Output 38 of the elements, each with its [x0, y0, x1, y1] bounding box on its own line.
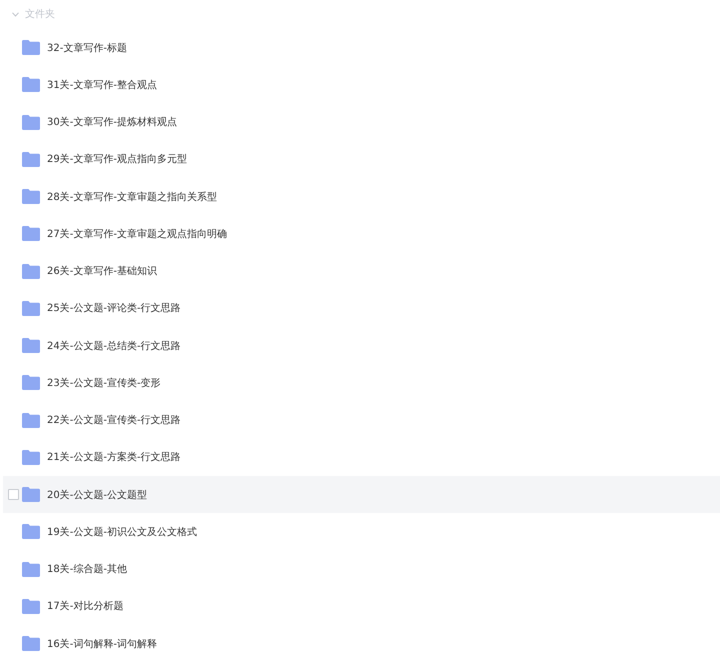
- folder-icon: [22, 450, 40, 465]
- folder-name[interactable]: 30关-文章写作-提炼材料观点: [47, 115, 177, 130]
- folder-name[interactable]: 27关-文章写作-文章审题之观点指向明确: [47, 226, 227, 241]
- folder-name[interactable]: 32-文章写作-标题: [47, 40, 127, 55]
- folder-name[interactable]: 24关-公文题-总结类-行文思路: [47, 338, 181, 353]
- folder-icon: [22, 114, 40, 130]
- folder-icon: [22, 189, 40, 204]
- folder-icon: [22, 77, 40, 92]
- folder-name[interactable]: 29关-文章写作-观点指向多元型: [47, 152, 187, 166]
- folder-icon: [22, 375, 40, 390]
- folder-icon: [22, 598, 40, 614]
- folder-icon: [22, 338, 40, 354]
- folder-name[interactable]: 26关-文章写作-基础知识: [47, 264, 157, 278]
- section-title: 文件夹: [25, 9, 55, 21]
- folder-name[interactable]: 31关-文章写作-整合观点: [47, 78, 157, 92]
- folder-icon: [22, 40, 40, 56]
- folder-icon: [22, 412, 40, 428]
- folder-icon: [22, 300, 40, 316]
- folder-icon: [22, 152, 40, 167]
- chevron-icon[interactable]: [12, 12, 19, 17]
- folder-name[interactable]: 28关-文章写作-文章审题之指向关系型: [47, 190, 217, 204]
- folder-icon: [22, 264, 40, 279]
- folder-name[interactable]: 18关-综合题-其他: [47, 562, 127, 576]
- folder-icon: [22, 226, 40, 242]
- folder-name[interactable]: 21关-公文题-方案类-行文思路: [47, 450, 181, 464]
- folder-name[interactable]: 19关-公文题-初识公文及公文格式: [47, 524, 197, 539]
- folder-name[interactable]: 16关-词句解释-词句解释: [47, 636, 157, 651]
- folder-icon: [22, 487, 40, 502]
- folder-name[interactable]: 25关-公文题-评论类-行文思路: [47, 301, 181, 316]
- folder-icon: [22, 562, 40, 577]
- folder-name[interactable]: 23关-公文题-宣传类-变形: [47, 376, 161, 390]
- folder-icon: [22, 524, 40, 540]
- folder-name[interactable]: 17关-对比分析题: [47, 599, 124, 614]
- folder-name[interactable]: 22关-公文题-宣传类-行文思路: [47, 413, 181, 428]
- folder-icon: [22, 636, 40, 652]
- folder-name[interactable]: 20关-公文题-公文题型: [47, 488, 147, 502]
- checkbox[interactable]: [8, 489, 19, 500]
- folder-row[interactable]: 20关-公文题-公文题型: [3, 476, 720, 514]
